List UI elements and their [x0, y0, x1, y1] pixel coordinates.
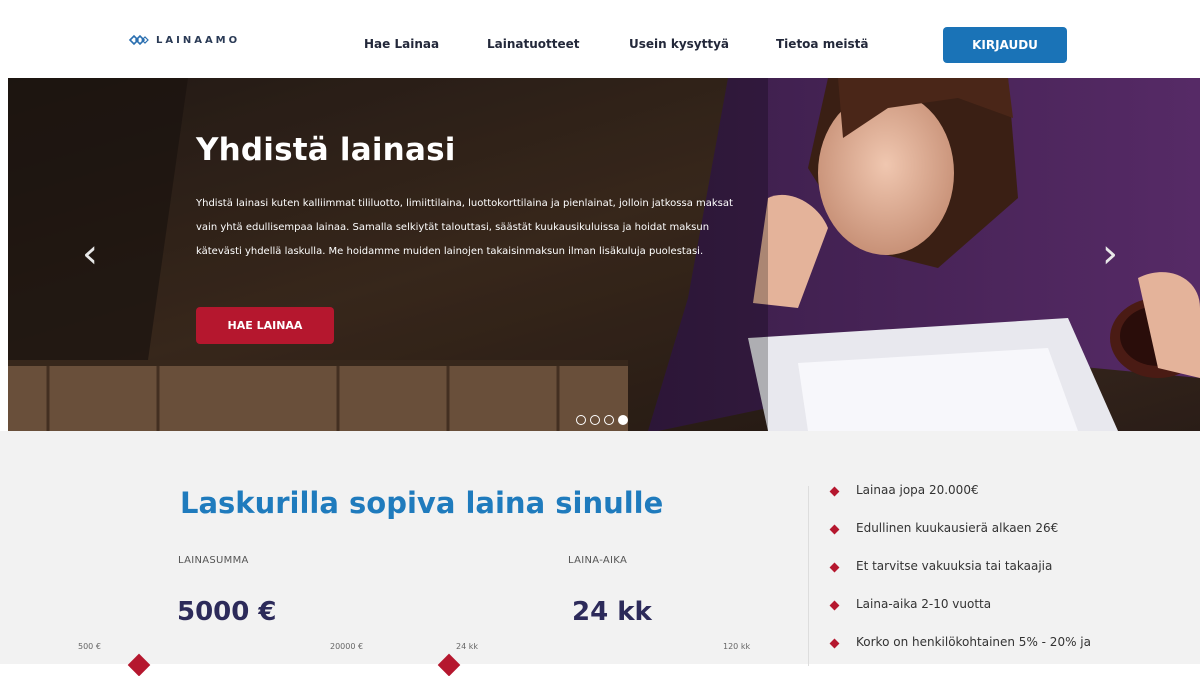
amount-label: LAINASUMMA — [178, 555, 249, 566]
list-item: Et tarvitse vakuuksia tai takaajia — [829, 559, 1200, 597]
nav-tietoa-meista[interactable]: Tietoa meistä — [776, 37, 868, 51]
term-label: LAINA-AIKA — [568, 555, 628, 566]
term-slider-handle[interactable] — [437, 653, 461, 676]
logo-icon — [128, 34, 149, 46]
list-item: Laina-aika 2-10 vuotta — [829, 597, 1200, 635]
carousel-dot[interactable] — [590, 415, 600, 425]
hero-title: Yhdistä lainasi — [196, 132, 456, 168]
apply-loan-button[interactable]: HAE LAINAA — [196, 307, 334, 344]
carousel-dot-active[interactable] — [618, 415, 628, 425]
term-max-label: 120 kk — [723, 642, 751, 651]
nav-usein-kysyttya[interactable]: Usein kysyttyä — [629, 37, 729, 51]
carousel-prev-icon[interactable]: ‹ — [82, 234, 106, 274]
bullet-icon — [829, 638, 840, 649]
login-button[interactable]: KIRJAUDU — [943, 27, 1067, 63]
hero-description: Yhdistä lainasi kuten kalliimmat tililuo… — [196, 198, 733, 257]
calculator-section: Laskurilla sopiva laina sinulle LAINASUM… — [0, 431, 1200, 676]
feature-text: Edullinen kuukausierä alkaen 26€ — [856, 521, 1059, 535]
term-value: 24 kk — [572, 597, 652, 627]
list-item: Lainaa jopa 20.000€ — [829, 483, 1200, 521]
feature-text: Korko on henkilökohtainen 5% - 20% ja — [856, 635, 1091, 649]
feature-text: Et tarvitse vakuuksia tai takaajia — [856, 559, 1053, 573]
bullet-icon — [829, 524, 840, 535]
feature-list: Lainaa jopa 20.000€ Edullinen kuukausier… — [829, 483, 1200, 673]
amount-min-label: 500 € — [78, 642, 101, 651]
amount-slider-handle[interactable] — [127, 653, 151, 676]
feature-text: Lainaa jopa 20.000€ — [856, 483, 979, 497]
term-min-label: 24 kk — [456, 642, 478, 651]
hero-carousel: ‹ › Yhdistä lainasi Yhdistä lainasi kute… — [8, 78, 1200, 431]
amount-value: 5000 € — [177, 597, 277, 627]
amount-max-label: 20000 € — [330, 642, 364, 651]
bullet-icon — [829, 486, 840, 497]
section-divider — [808, 486, 809, 666]
bullet-icon — [829, 562, 840, 573]
list-item: Korko on henkilökohtainen 5% - 20% ja — [829, 635, 1200, 673]
logo-text: LAINAAMO — [156, 34, 241, 46]
header: LAINAAMO Hae Lainaa Lainatuotteet Usein … — [0, 0, 1200, 78]
carousel-next-icon[interactable]: › — [1102, 234, 1126, 274]
nav-hae-lainaa[interactable]: Hae Lainaa — [364, 37, 439, 51]
nav-lainatuotteet[interactable]: Lainatuotteet — [487, 37, 580, 51]
feature-text: Laina-aika 2-10 vuotta — [856, 597, 992, 611]
bullet-icon — [829, 600, 840, 611]
carousel-indicators — [576, 415, 628, 425]
list-item: Edullinen kuukausierä alkaen 26€ — [829, 521, 1200, 559]
carousel-dot[interactable] — [604, 415, 614, 425]
calculator-title: Laskurilla sopiva laina sinulle — [180, 486, 664, 520]
carousel-dot[interactable] — [576, 415, 586, 425]
logo[interactable]: LAINAAMO — [128, 33, 240, 47]
